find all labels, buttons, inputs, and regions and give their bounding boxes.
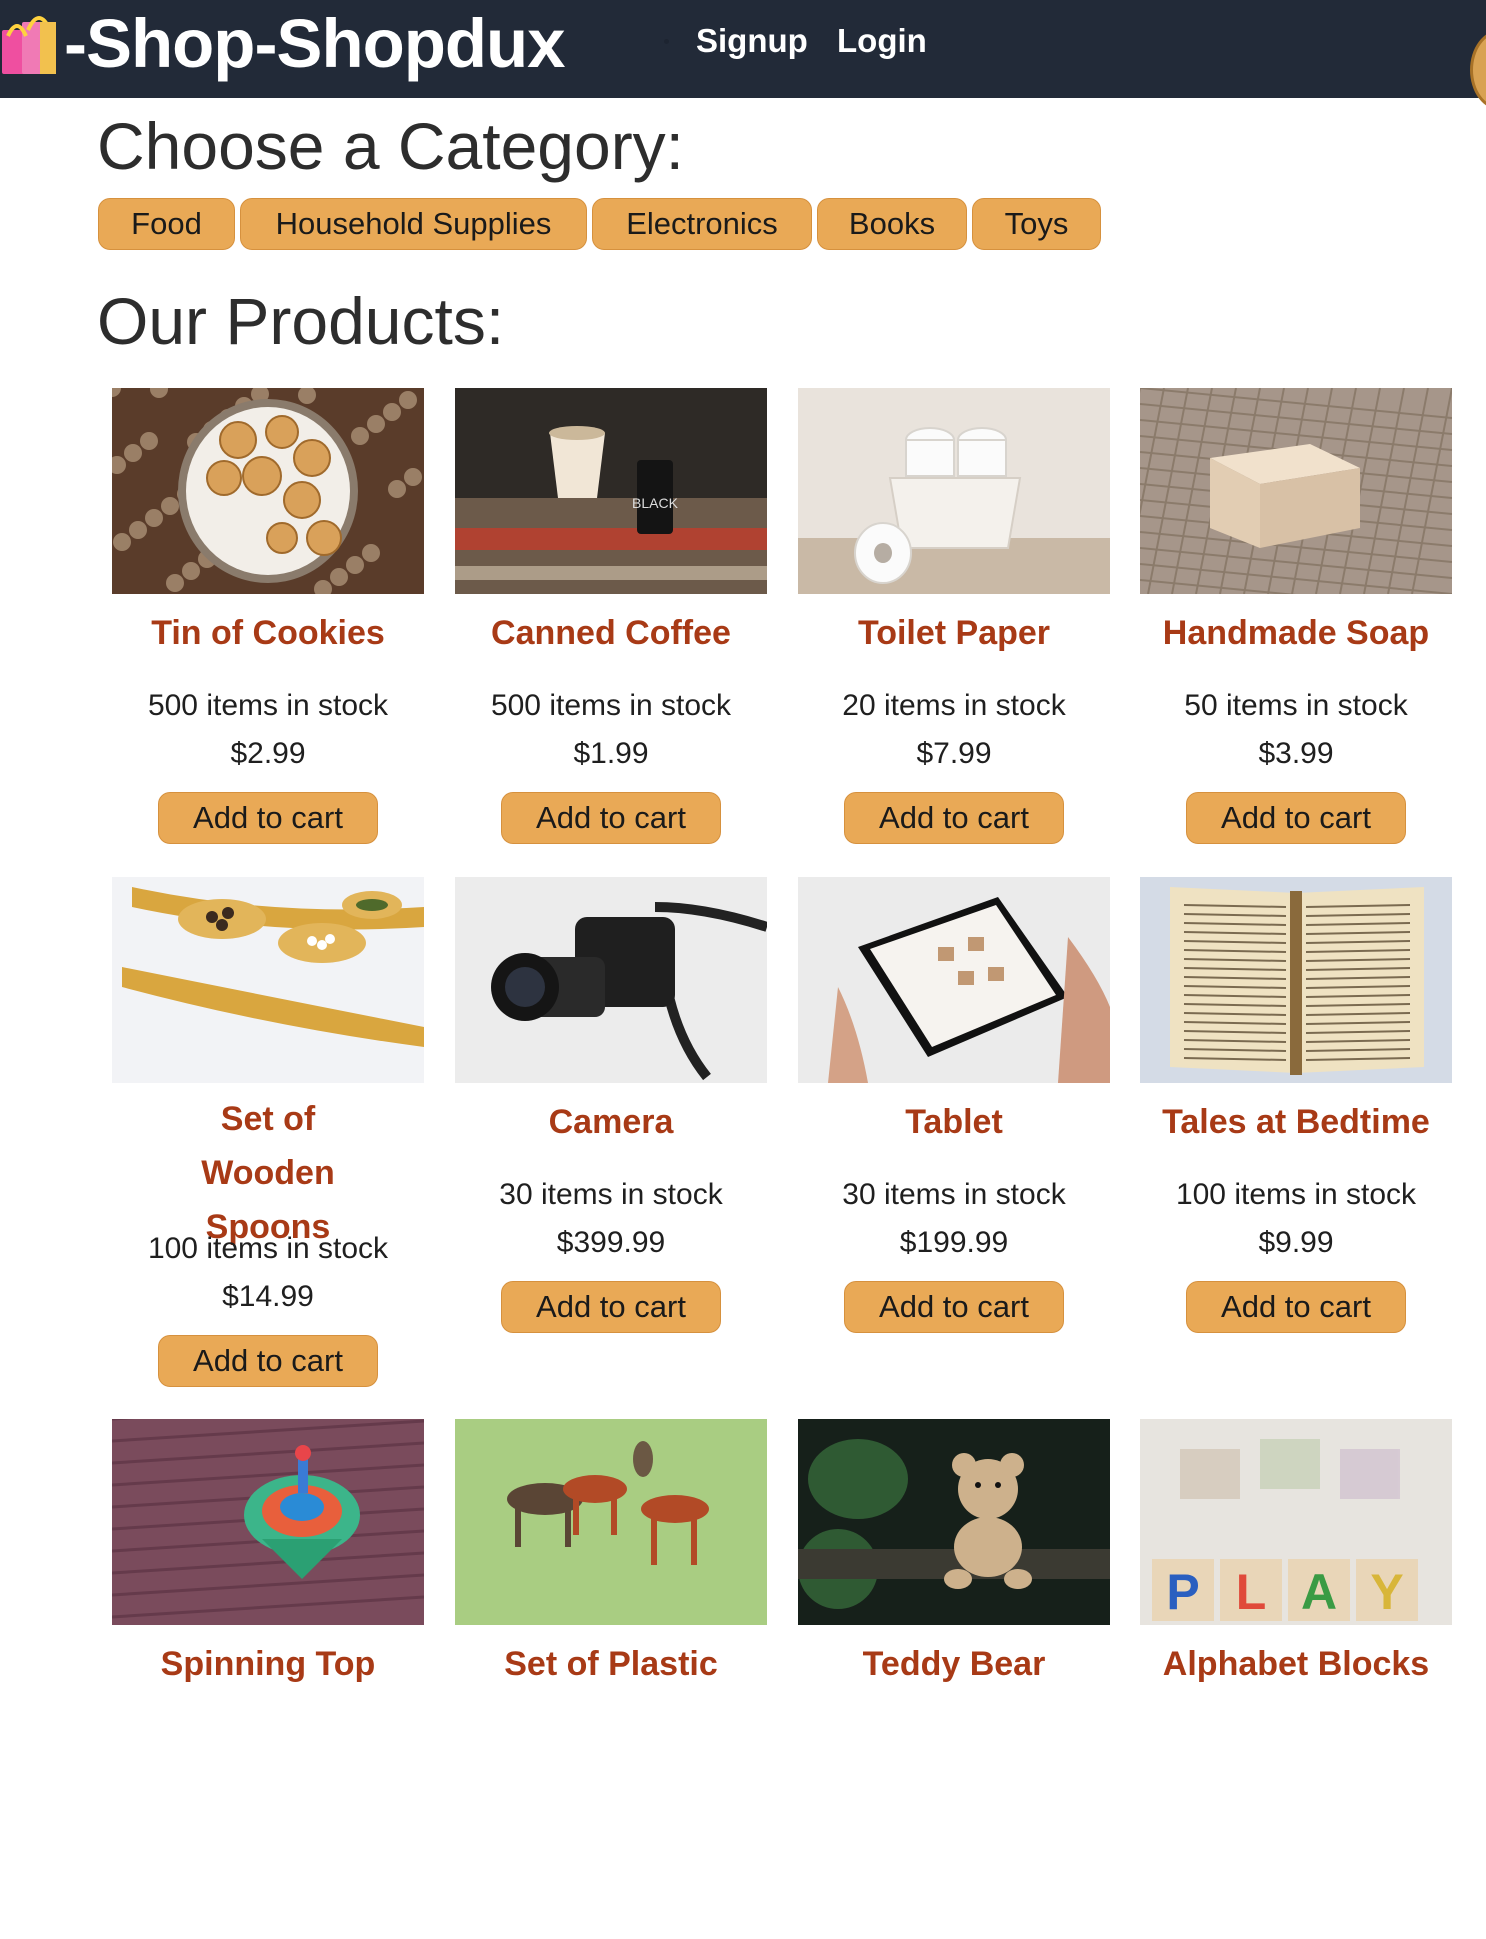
brand[interactable]: -Shop-Shopdux bbox=[0, 0, 566, 86]
product-name[interactable]: Set of Plastic bbox=[455, 1637, 767, 1691]
toilet-paper-photo[interactable] bbox=[798, 388, 1110, 594]
product-card: Camera 30 items in stock $399.99 Add to car… bbox=[455, 877, 797, 1397]
product-card: Handmade Soap 50 items in stock $3.99 Add t… bbox=[1140, 388, 1482, 908]
category-household-button[interactable]: Household Supplies bbox=[240, 198, 587, 250]
product-stock: 50 items in stock bbox=[1184, 689, 1408, 722]
category-electronics-button[interactable]: Electronics bbox=[592, 198, 812, 250]
product-card: BLACK Canned Coffee 500 items in stock $1.… bbox=[455, 388, 797, 908]
product-stock: 500 items in stock bbox=[147, 689, 389, 722]
product-price: $399.99 bbox=[556, 1226, 666, 1259]
product-price: $1.99 bbox=[573, 737, 649, 770]
product-card: Set of Plastic bbox=[455, 1419, 797, 1939]
alphabet-blocks-photo[interactable]: P L A Y bbox=[1140, 1419, 1452, 1625]
avatar[interactable] bbox=[1470, 30, 1486, 110]
teddy-bear-photo[interactable] bbox=[798, 1419, 1110, 1625]
product-name[interactable]: Toilet Paper bbox=[798, 606, 1110, 660]
product-name[interactable]: Canned Coffee bbox=[455, 606, 767, 660]
add-to-cart-button[interactable]: Add to cart bbox=[1186, 792, 1406, 844]
product-name[interactable]: Tin of Cookies bbox=[112, 606, 424, 660]
product-name[interactable]: Spinning Top bbox=[112, 1637, 424, 1691]
product-price: $3.99 bbox=[1258, 737, 1334, 770]
plastic-horses-photo[interactable] bbox=[455, 1419, 767, 1625]
add-to-cart-button[interactable]: Add to cart bbox=[501, 1281, 721, 1333]
product-stock: 100 items in stock bbox=[147, 1232, 389, 1265]
product-stock: 20 items in stock bbox=[842, 689, 1066, 722]
product-card: Tales at Bedtime 100 items in stock $9.99 A… bbox=[1140, 877, 1482, 1397]
product-stock: 500 items in stock bbox=[490, 689, 732, 722]
product-name[interactable]: Set of Wooden Spoons bbox=[112, 1092, 424, 1254]
category-food-button[interactable]: Food bbox=[98, 198, 235, 250]
svg-text:L: L bbox=[1236, 1564, 1267, 1620]
products-heading: Our Products: bbox=[97, 284, 505, 358]
top-navbar: -Shop-Shopdux Signup Login bbox=[0, 0, 1486, 110]
product-name[interactable]: Camera bbox=[455, 1095, 767, 1149]
spoons-photo[interactable] bbox=[112, 877, 424, 1083]
add-to-cart-button[interactable]: Add to cart bbox=[844, 1281, 1064, 1333]
shopping-bags-icon bbox=[2, 16, 56, 74]
product-name[interactable]: Handmade Soap bbox=[1140, 606, 1452, 660]
product-name[interactable]: Teddy Bear bbox=[798, 1637, 1110, 1691]
product-price: $9.99 bbox=[1258, 1226, 1334, 1259]
svg-text:A: A bbox=[1301, 1564, 1337, 1620]
svg-text:BLACK: BLACK bbox=[632, 495, 679, 511]
product-card: Tin of Cookies 500 items in stock $2.99 Add… bbox=[112, 388, 454, 908]
category-heading: Choose a Category: bbox=[97, 109, 685, 183]
product-price: $2.99 bbox=[230, 737, 306, 770]
svg-text:P: P bbox=[1166, 1564, 1199, 1620]
svg-text:Y: Y bbox=[1370, 1564, 1403, 1620]
add-to-cart-button[interactable]: Add to cart bbox=[1186, 1281, 1406, 1333]
add-to-cart-button[interactable]: Add to cart bbox=[158, 792, 378, 844]
spinning-top-photo[interactable] bbox=[112, 1419, 424, 1625]
product-card: Set of Wooden Spoons 100 items in stock $1… bbox=[112, 877, 454, 1397]
category-toys-button[interactable]: Toys bbox=[972, 198, 1101, 250]
product-name[interactable]: Tales at Bedtime bbox=[1140, 1095, 1452, 1149]
camera-photo[interactable] bbox=[455, 877, 767, 1083]
cookies-photo[interactable] bbox=[112, 388, 424, 594]
product-card: Toilet Paper 20 items in stock $7.99 Add to… bbox=[798, 388, 1140, 908]
soap-photo[interactable] bbox=[1140, 388, 1452, 594]
coffee-photo[interactable]: BLACK bbox=[455, 388, 767, 594]
tablet-photo[interactable] bbox=[798, 877, 1110, 1083]
signup-link[interactable]: Signup bbox=[696, 22, 808, 60]
product-stock: 30 items in stock bbox=[499, 1178, 723, 1211]
product-card: Spinning Top bbox=[112, 1419, 454, 1939]
product-card: P L A Y Alphabet Blocks bbox=[1140, 1419, 1482, 1939]
brand-name: -Shop-Shopdux bbox=[64, 4, 566, 82]
add-to-cart-button[interactable]: Add to cart bbox=[501, 792, 721, 844]
add-to-cart-button[interactable]: Add to cart bbox=[158, 1335, 378, 1387]
category-books-button[interactable]: Books bbox=[817, 198, 967, 250]
product-name[interactable]: Alphabet Blocks bbox=[1140, 1637, 1452, 1691]
product-stock: 100 items in stock bbox=[1175, 1178, 1417, 1211]
add-to-cart-button[interactable]: Add to cart bbox=[844, 792, 1064, 844]
product-price: $7.99 bbox=[916, 737, 992, 770]
nav-separator bbox=[664, 39, 669, 44]
product-price: $199.99 bbox=[899, 1226, 1009, 1259]
login-link[interactable]: Login bbox=[837, 22, 927, 60]
product-stock: 30 items in stock bbox=[842, 1178, 1066, 1211]
product-name[interactable]: Tablet bbox=[798, 1095, 1110, 1149]
product-price: $14.99 bbox=[222, 1280, 314, 1313]
product-card: Teddy Bear bbox=[798, 1419, 1140, 1939]
book-photo[interactable] bbox=[1140, 877, 1452, 1083]
product-card: Tablet 30 items in stock $199.99 Add to car… bbox=[798, 877, 1140, 1397]
